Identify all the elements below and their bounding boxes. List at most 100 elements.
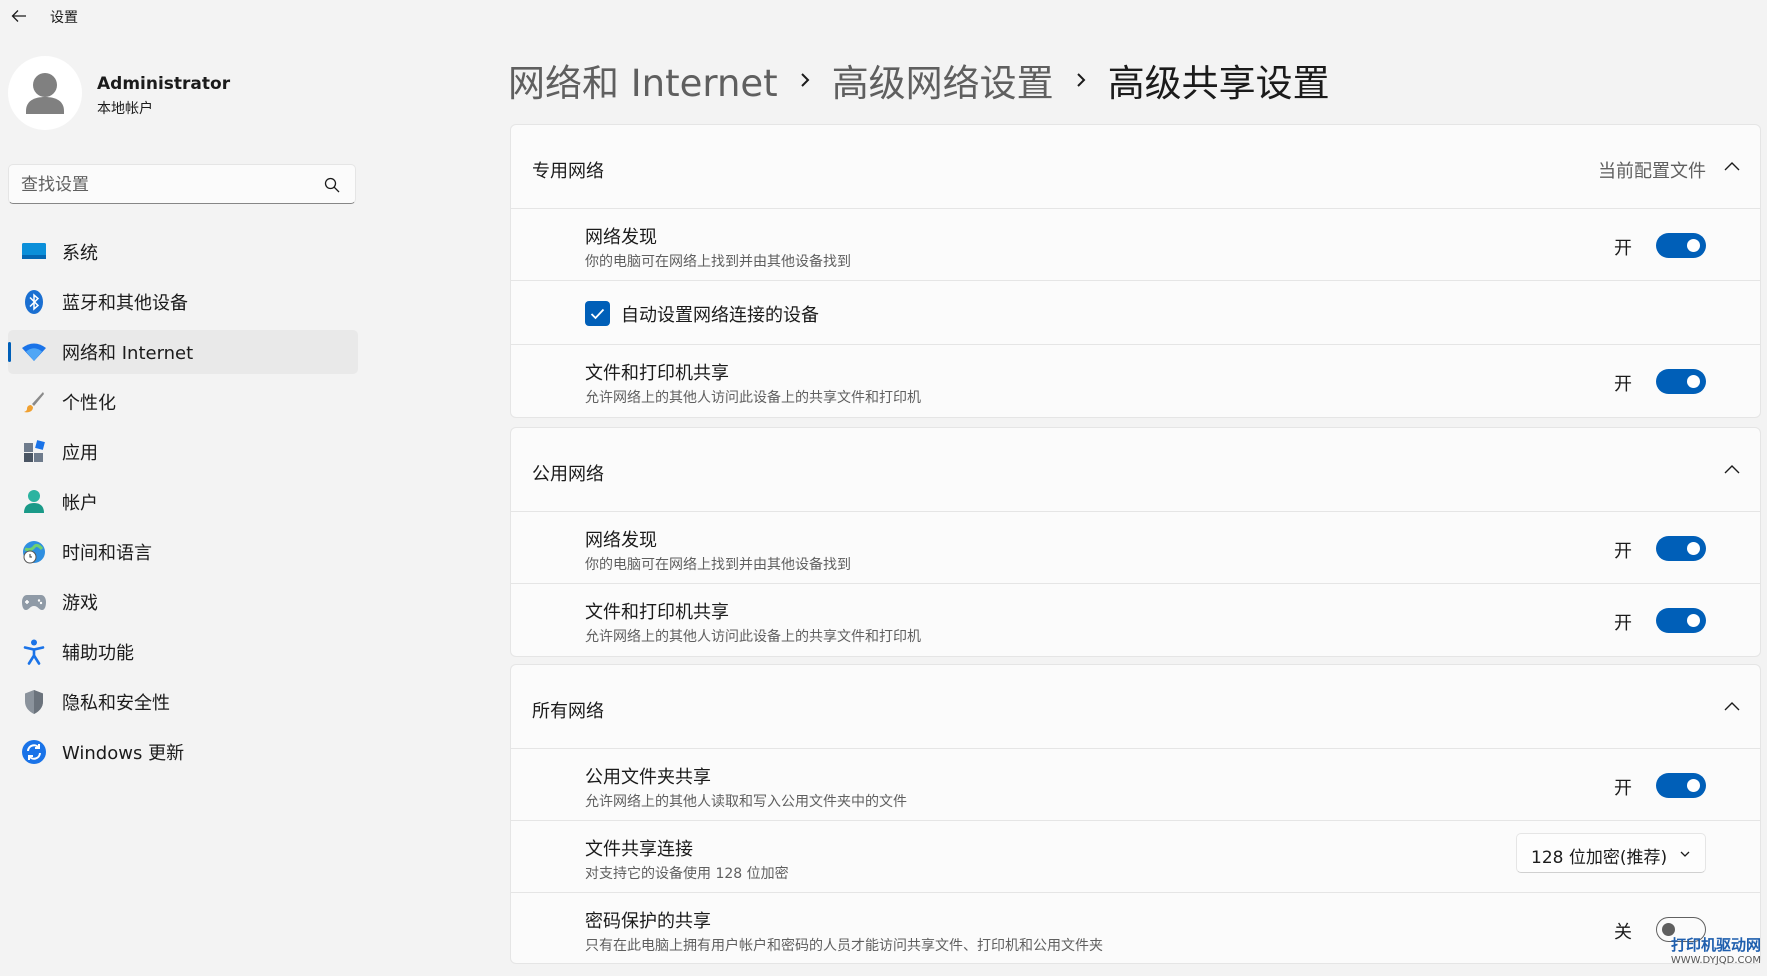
checkmark-icon [590, 308, 605, 319]
setting-title: 密码保护的共享 [585, 911, 711, 932]
back-arrow-icon [11, 10, 26, 22]
sidebar-item-gaming[interactable]: 游戏 [8, 580, 358, 624]
network-discovery-toggle[interactable] [1656, 233, 1706, 258]
all-networks-card: 所有网络 公用文件夹共享 允许网络上的其他人读取和写入公用文件夹中的文件 开 文… [510, 664, 1761, 964]
sidebar-item-label: 系统 [62, 243, 98, 264]
toggle-state-label: 开 [1614, 238, 1632, 259]
setting-description: 你的电脑可在网络上找到并由其他设备找到 [585, 557, 851, 573]
sidebar-item-label: 帐户 [62, 493, 98, 514]
private-file-sharing-row: 文件和打印机共享 允许网络上的其他人访问此设备上的共享文件和打印机 开 [511, 345, 1760, 417]
dropdown-selected-value: 128 位加密(推荐) [1531, 848, 1668, 868]
sidebar-item-accounts[interactable]: 帐户 [8, 480, 358, 524]
setting-title: 文件和打印机共享 [585, 363, 729, 384]
back-button[interactable] [4, 2, 34, 30]
public-network-header[interactable]: 公用网络 [511, 428, 1760, 512]
toggle-knob [1687, 614, 1700, 627]
sidebar-item-label: Windows 更新 [62, 743, 185, 764]
file-sharing-toggle[interactable] [1656, 608, 1706, 633]
avatar [8, 56, 82, 130]
chevron-up-icon[interactable] [1722, 157, 1742, 177]
toggle-knob [1687, 239, 1700, 252]
setting-description: 你的电脑可在网络上找到并由其他设备找到 [585, 254, 851, 270]
chevron-down-icon [1680, 851, 1690, 857]
sidebar-item-label: 隐私和安全性 [62, 693, 170, 714]
public-folder-sharing-row: 公用文件夹共享 允许网络上的其他人读取和写入公用文件夹中的文件 开 [511, 749, 1760, 821]
sidebar-item-label: 网络和 Internet [62, 343, 194, 364]
setting-title: 公用文件夹共享 [585, 767, 711, 788]
watermark-title: 打印机驱动网 [1670, 936, 1761, 954]
chevron-up-icon[interactable] [1722, 697, 1742, 717]
all-networks-header[interactable]: 所有网络 [511, 665, 1760, 749]
public-folder-sharing-toggle[interactable] [1656, 773, 1706, 798]
bluetooth-icon [20, 288, 48, 316]
chevron-right-icon [778, 71, 832, 89]
auto-setup-checkbox[interactable] [585, 301, 610, 326]
toggle-knob [1687, 375, 1700, 388]
toggle-state-label: 开 [1614, 374, 1632, 395]
breadcrumb: 网络和 Internet 高级网络设置 高级共享设置 [508, 52, 1330, 108]
setting-title: 文件和打印机共享 [585, 602, 729, 623]
toggle-state-label: 开 [1614, 541, 1632, 562]
accessibility-icon [20, 638, 48, 666]
watermark: 打印机驱动网 WWW.DYJQD.COM [1671, 934, 1761, 966]
setting-description: 允许网络上的其他人读取和写入公用文件夹中的文件 [585, 794, 907, 810]
person-icon [26, 73, 64, 114]
setting-title: 网络发现 [585, 530, 657, 551]
private-network-header[interactable]: 专用网络 当前配置文件 [511, 125, 1760, 209]
sidebar-nav: 系统 蓝牙和其他设备 网络和 Internet 个性化 应用 帐户 时间和语言 … [8, 230, 358, 780]
toggle-knob [1687, 779, 1700, 792]
sidebar-item-windows-update[interactable]: Windows 更新 [8, 730, 358, 774]
public-network-card: 公用网络 网络发现 你的电脑可在网络上找到并由其他设备找到 开 文件和打印机共享… [510, 427, 1761, 657]
toggle-knob [1687, 542, 1700, 555]
section-title: 所有网络 [532, 701, 604, 722]
setting-title: 文件共享连接 [585, 839, 693, 860]
sidebar-item-system[interactable]: 系统 [8, 230, 358, 274]
breadcrumb-item-advanced-network[interactable]: 高级网络设置 [832, 53, 1054, 107]
user-profile[interactable]: Administrator 本地帐户 [8, 56, 348, 136]
setting-description: 允许网络上的其他人访问此设备上的共享文件和打印机 [585, 390, 921, 406]
sidebar-item-label: 辅助功能 [62, 643, 134, 664]
auto-setup-row: 自动设置网络连接的设备 [511, 281, 1760, 345]
system-icon [20, 238, 48, 266]
setting-title: 网络发现 [585, 227, 657, 248]
sidebar-item-label: 游戏 [62, 593, 98, 614]
brush-icon [20, 388, 48, 416]
sidebar-item-bluetooth[interactable]: 蓝牙和其他设备 [8, 280, 358, 324]
search-icon[interactable] [323, 176, 341, 194]
public-file-sharing-row: 文件和打印机共享 允许网络上的其他人访问此设备上的共享文件和打印机 开 [511, 584, 1760, 656]
breadcrumb-item-network[interactable]: 网络和 Internet [508, 53, 778, 107]
apps-icon [20, 438, 48, 466]
toggle-state-label: 开 [1614, 613, 1632, 634]
password-protected-sharing-row: 密码保护的共享 只有在此电脑上拥有用户帐户和密码的人员才能访问共享文件、打印机和… [511, 893, 1760, 963]
private-network-discovery-row: 网络发现 你的电脑可在网络上找到并由其他设备找到 开 [511, 209, 1760, 281]
private-network-card: 专用网络 当前配置文件 网络发现 你的电脑可在网络上找到并由其他设备找到 开 自… [510, 124, 1761, 418]
sidebar-item-label: 蓝牙和其他设备 [62, 293, 188, 314]
sidebar-item-network[interactable]: 网络和 Internet [8, 330, 358, 374]
search-box[interactable] [8, 164, 356, 204]
wifi-icon [20, 338, 48, 366]
encryption-dropdown[interactable]: 128 位加密(推荐) [1516, 833, 1706, 873]
section-title: 专用网络 [532, 161, 604, 182]
network-discovery-toggle[interactable] [1656, 536, 1706, 561]
sidebar-item-time-language[interactable]: 时间和语言 [8, 530, 358, 574]
toggle-state-label: 关 [1614, 922, 1632, 943]
sidebar-item-personalization[interactable]: 个性化 [8, 380, 358, 424]
sidebar-item-label: 应用 [62, 443, 98, 464]
chevron-right-icon [1054, 71, 1108, 89]
sidebar-item-label: 个性化 [62, 393, 116, 414]
file-sharing-connection-row: 文件共享连接 对支持它的设备使用 128 位加密 128 位加密(推荐) [511, 821, 1760, 893]
setting-description: 允许网络上的其他人访问此设备上的共享文件和打印机 [585, 629, 921, 645]
title-bar: 设置 [0, 0, 1767, 32]
sidebar-item-privacy[interactable]: 隐私和安全性 [8, 680, 358, 724]
sidebar-item-accessibility[interactable]: 辅助功能 [8, 630, 358, 674]
sidebar-item-label: 时间和语言 [62, 543, 152, 564]
chevron-up-icon[interactable] [1722, 460, 1742, 480]
current-profile-label: 当前配置文件 [1598, 161, 1706, 182]
public-network-discovery-row: 网络发现 你的电脑可在网络上找到并由其他设备找到 开 [511, 512, 1760, 584]
gamepad-icon [20, 588, 48, 616]
search-input[interactable] [21, 173, 311, 197]
watermark-url: WWW.DYJQD.COM [1670, 955, 1761, 966]
sidebar-item-apps[interactable]: 应用 [8, 430, 358, 474]
setting-description: 只有在此电脑上拥有用户帐户和密码的人员才能访问共享文件、打印机和公用文件夹 [585, 938, 1103, 954]
file-sharing-toggle[interactable] [1656, 369, 1706, 394]
